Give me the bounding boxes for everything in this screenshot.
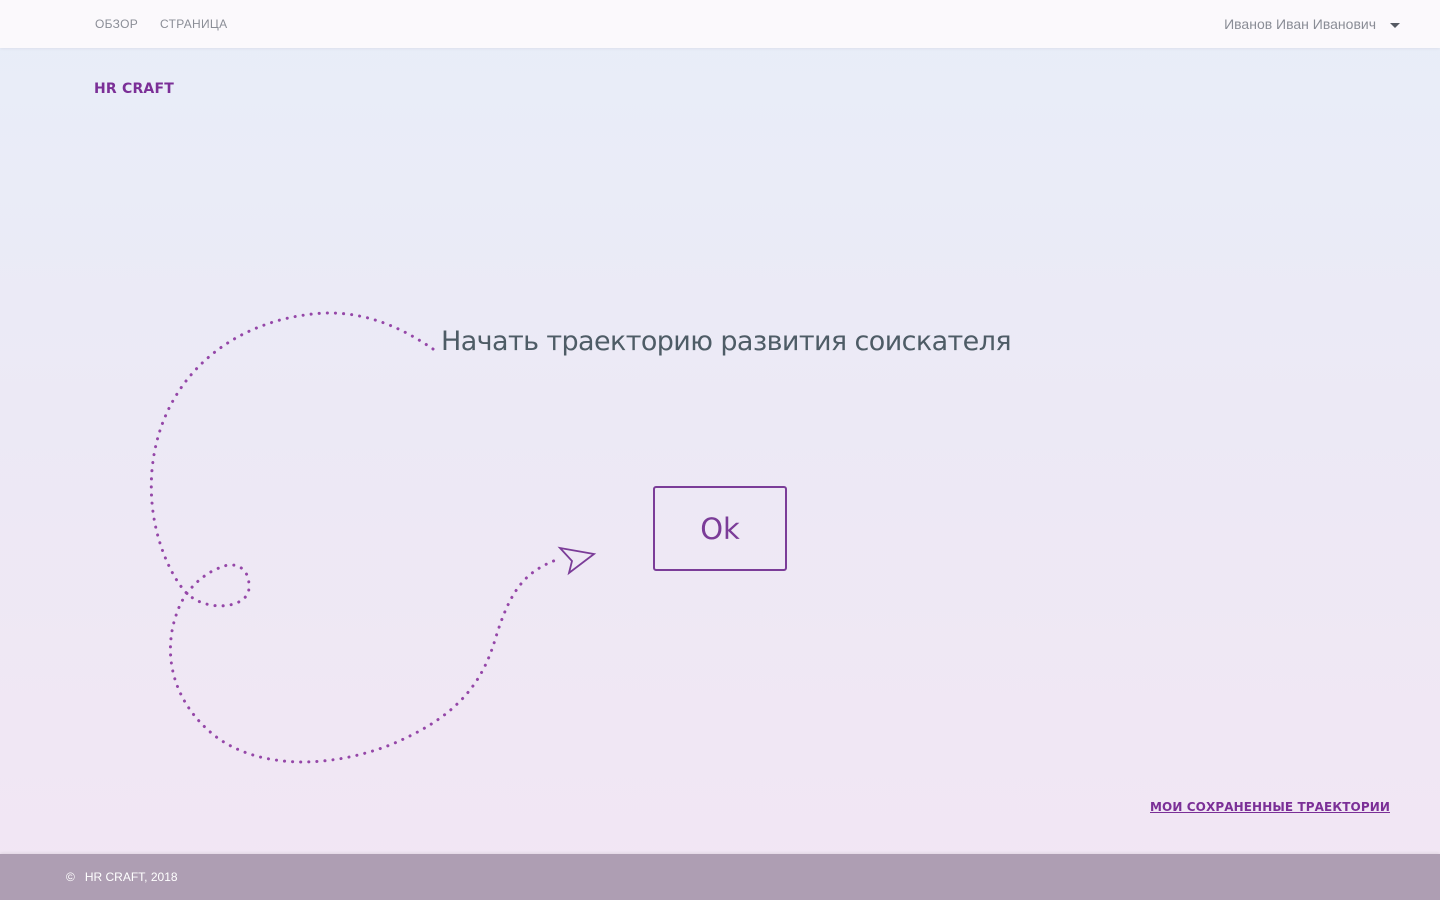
paper-plane-icon	[149, 311, 597, 764]
saved-trajectories-link[interactable]: МОИ СОХРАНЕННЫЕ ТРАЕКТОРИИ	[1150, 800, 1390, 814]
ok-button[interactable]: Ok	[653, 486, 787, 571]
dotted-trajectory-path	[149, 311, 558, 764]
copyright-text: HR CRAFT, 2018	[84, 870, 178, 884]
page-footer: © HR CRAFT, 2018	[0, 854, 1440, 900]
copyright-symbol: ©	[66, 870, 75, 884]
copyright: © HR CRAFT, 2018	[66, 870, 178, 884]
page-headline: Начать траекторию развития соискателя	[441, 326, 1012, 357]
paper-plane-shape	[557, 546, 597, 576]
